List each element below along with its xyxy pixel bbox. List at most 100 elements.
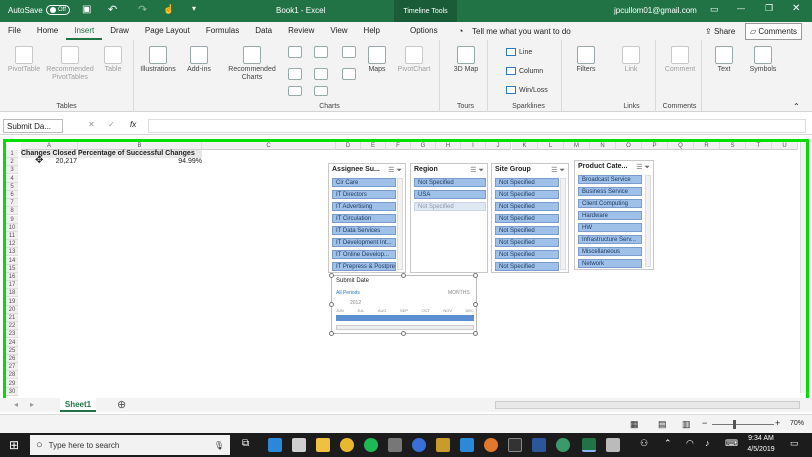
column-header[interactable]: G xyxy=(411,142,436,150)
timeline-unit-dropdown[interactable]: MONTHS xyxy=(448,290,470,296)
row-header[interactable]: 27 xyxy=(6,363,18,372)
slicer-item[interactable]: Network xyxy=(578,259,642,268)
link-button[interactable]: Link xyxy=(616,46,646,74)
next-sheet-icon[interactable]: ▸ xyxy=(30,400,34,409)
column-header[interactable]: F xyxy=(386,142,411,150)
pie-chart-button[interactable] xyxy=(286,86,304,98)
slicer-item[interactable]: HW xyxy=(578,223,642,232)
chrome-icon[interactable] xyxy=(340,438,354,452)
restore-icon[interactable]: ❐ xyxy=(765,3,773,14)
resize-handle[interactable] xyxy=(329,273,334,278)
row-header[interactable]: 28 xyxy=(6,371,18,380)
word-icon[interactable] xyxy=(532,438,546,452)
slicer-item[interactable]: IT Circulation xyxy=(332,214,396,223)
show-hidden-icons-icon[interactable]: ⌃ xyxy=(664,438,672,449)
autosave-toggle[interactable]: Off xyxy=(46,5,70,15)
slicer-item[interactable]: Not Specified xyxy=(414,178,486,187)
zoom-slider[interactable] xyxy=(712,424,774,425)
app-icon[interactable] xyxy=(412,438,426,452)
normal-view-icon[interactable]: ▦ xyxy=(630,419,639,430)
cancel-entry-icon[interactable]: ✕ xyxy=(88,120,95,129)
resize-handle[interactable] xyxy=(401,331,406,336)
row-header[interactable]: 26 xyxy=(6,355,18,363)
tab-home[interactable]: Home xyxy=(29,22,66,40)
row-header[interactable]: 2 xyxy=(6,158,18,167)
slicer-item[interactable]: IT Data Services xyxy=(332,226,396,235)
scatter-chart-button[interactable] xyxy=(312,86,330,98)
multi-select-filter-icons[interactable]: ☰ ⏷ xyxy=(388,166,402,175)
column-header[interactable]: C xyxy=(202,142,336,150)
row-header[interactable]: 17 xyxy=(6,281,18,290)
slicer-item[interactable]: IT Directors xyxy=(332,190,396,199)
slicer-assignee[interactable]: Assignee Su... ☰ ⏷ Cir Care IT Directors … xyxy=(328,163,406,273)
timeline-bar[interactable] xyxy=(336,315,474,321)
pivotchart-button[interactable]: PivotChart xyxy=(394,46,434,74)
slicer-region[interactable]: Region ☰ ⏷ Not Specified USA Not Specifie… xyxy=(410,163,488,273)
column-header[interactable]: R xyxy=(694,142,720,150)
slicer-item[interactable]: IT Online Develop... xyxy=(332,250,396,259)
timeline-scrollbar[interactable] xyxy=(336,325,474,330)
zoom-in-icon[interactable]: + xyxy=(775,418,780,428)
slicer-item[interactable]: Not Specified xyxy=(414,202,486,211)
row-header[interactable]: 19 xyxy=(6,297,18,306)
column-header[interactable]: K xyxy=(512,142,538,150)
line-chart-button[interactable] xyxy=(286,68,304,82)
enter-entry-icon[interactable]: ✓ xyxy=(108,120,115,129)
slicer-item[interactable]: Not Specified xyxy=(495,262,559,271)
slicer-item[interactable]: Hardware xyxy=(578,211,642,220)
slicer-item[interactable]: Not Specified xyxy=(495,178,559,187)
windows-start-icon[interactable]: ⊞ xyxy=(9,438,19,452)
tab-insert[interactable]: Insert xyxy=(66,22,103,40)
sparkline-winloss-button[interactable]: Win/Loss xyxy=(506,86,548,94)
app-icon[interactable] xyxy=(508,438,522,452)
zoom-out-icon[interactable]: − xyxy=(702,418,707,428)
slicer-scrollbar[interactable] xyxy=(560,178,566,270)
slicer-item[interactable]: Not Specified xyxy=(495,202,559,211)
row-header[interactable]: 8 xyxy=(6,207,18,216)
sheet-tab-sheet1[interactable]: Sheet1 xyxy=(60,398,96,412)
recommended-charts-button[interactable]: Recommended Charts xyxy=(224,46,280,82)
multi-select-filter-icons[interactable]: ☰ ⏷ xyxy=(470,166,484,175)
cell-b1[interactable]: Percentage of Successful Changes xyxy=(78,150,202,158)
minimize-icon[interactable]: — xyxy=(737,4,745,13)
column-header[interactable]: U xyxy=(772,142,798,150)
slicer-item[interactable]: Not Specified xyxy=(495,238,559,247)
text-button[interactable]: Text xyxy=(710,46,738,74)
customize-qat-icon[interactable]: ▾ xyxy=(192,4,196,13)
slicer-item[interactable]: Not Specified xyxy=(495,214,559,223)
page-layout-view-icon[interactable]: ▤ xyxy=(658,419,667,430)
pivottable-button[interactable]: PivotTable xyxy=(4,46,44,74)
horizontal-scrollbar[interactable] xyxy=(495,401,800,409)
illustrations-button[interactable]: Illustrations xyxy=(138,46,178,74)
slicer-item[interactable]: Not Specified xyxy=(495,226,559,235)
spotify-icon[interactable] xyxy=(364,438,378,452)
row-header[interactable]: 15 xyxy=(6,264,18,273)
tab-page-layout[interactable]: Page Layout xyxy=(137,22,198,40)
formula-input[interactable] xyxy=(148,119,806,133)
sparkline-column-button[interactable]: Column xyxy=(506,67,543,75)
user-email[interactable]: jpcullom01@gmail.com xyxy=(614,6,697,15)
row-header[interactable]: 1 xyxy=(6,150,18,158)
resize-handle[interactable] xyxy=(473,273,478,278)
notifications-icon[interactable]: ▭ xyxy=(790,438,799,449)
slicer-item[interactable]: IT Development Int... xyxy=(332,238,396,247)
row-header[interactable]: 25 xyxy=(6,346,18,355)
app-icon[interactable] xyxy=(606,438,620,452)
wifi-icon[interactable]: ◠ xyxy=(686,438,694,449)
column-header[interactable]: Q xyxy=(668,142,694,150)
column-header[interactable]: S xyxy=(720,142,746,150)
slicer-item[interactable]: Miscellaneous xyxy=(578,247,642,256)
insert-function-button[interactable]: fx xyxy=(130,120,136,129)
hierarchy-chart-button[interactable] xyxy=(312,46,330,60)
slicer-scrollbar[interactable] xyxy=(645,175,651,267)
resize-handle[interactable] xyxy=(401,273,406,278)
tab-draw[interactable]: Draw xyxy=(102,22,137,40)
prev-sheet-icon[interactable]: ◂ xyxy=(14,400,18,409)
tab-review[interactable]: Review xyxy=(280,22,322,40)
touch-mode-icon[interactable]: ☝ xyxy=(163,4,174,15)
vertical-scrollbar[interactable] xyxy=(800,142,806,393)
column-header[interactable]: I xyxy=(461,142,486,150)
table-button[interactable]: Table xyxy=(98,46,128,74)
page-break-view-icon[interactable]: ▥ xyxy=(682,419,691,430)
column-header[interactable]: B xyxy=(78,142,202,150)
